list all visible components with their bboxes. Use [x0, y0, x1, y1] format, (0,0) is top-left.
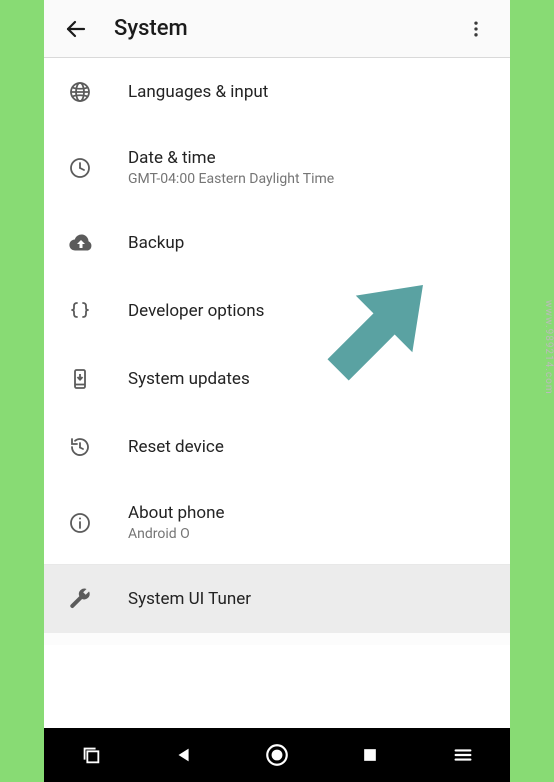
nav-home-button[interactable]: [252, 730, 302, 780]
row-label: Date & time: [128, 148, 494, 168]
row-subtitle: Android O: [128, 526, 494, 542]
app-bar: System: [44, 0, 510, 58]
icon-slot: [60, 435, 128, 459]
clock-icon: [68, 156, 92, 180]
row-system-ui-tuner[interactable]: System UI Tuner: [44, 565, 510, 633]
text-slot: Backup: [128, 233, 494, 253]
hamburger-icon: [452, 744, 474, 766]
back-button[interactable]: [56, 17, 96, 41]
nav-recents-button[interactable]: [345, 730, 395, 780]
icon-slot: [60, 367, 128, 391]
icon-slot: [60, 511, 128, 535]
circle-home-icon: [264, 742, 290, 768]
icon-slot: [60, 587, 128, 611]
icon-slot: [60, 299, 128, 323]
icon-slot: [60, 156, 128, 180]
phone-download-icon: [68, 367, 92, 391]
text-slot: Developer options: [128, 301, 494, 321]
phone-screen: System Languages & input: [44, 0, 510, 782]
row-date-time[interactable]: Date & time GMT-04:00 Eastern Daylight T…: [44, 126, 510, 209]
watermark-text: www.989214.com: [543, 300, 554, 395]
bottom-gap: [44, 633, 510, 645]
nav-back-button[interactable]: [159, 730, 209, 780]
row-label: System UI Tuner: [128, 589, 494, 609]
text-slot: About phone Android O: [128, 503, 494, 542]
text-slot: Date & time GMT-04:00 Eastern Daylight T…: [128, 148, 494, 187]
row-developer-options[interactable]: Developer options: [44, 277, 510, 345]
row-label: Reset device: [128, 437, 494, 457]
icon-slot: [60, 231, 128, 255]
nav-tabs-button[interactable]: [66, 730, 116, 780]
row-label: Developer options: [128, 301, 494, 321]
row-backup[interactable]: Backup: [44, 209, 510, 277]
triangle-back-icon: [173, 744, 195, 766]
braces-icon: [68, 299, 92, 323]
text-slot: System UI Tuner: [128, 589, 494, 609]
tabs-icon: [80, 744, 102, 766]
row-label: About phone: [128, 503, 494, 523]
info-icon: [68, 511, 92, 535]
nav-menu-button[interactable]: [438, 730, 488, 780]
more-button[interactable]: [458, 19, 494, 39]
square-recents-icon: [360, 745, 380, 765]
more-vert-icon: [466, 19, 486, 39]
settings-list: Languages & input Date & time GMT-04:00 …: [44, 58, 510, 728]
navigation-bar: [44, 728, 510, 782]
row-reset-device[interactable]: Reset device: [44, 413, 510, 481]
icon-slot: [60, 80, 128, 104]
restore-icon: [68, 435, 92, 459]
arrow-back-icon: [64, 17, 88, 41]
row-subtitle: GMT-04:00 Eastern Daylight Time: [128, 171, 494, 187]
text-slot: System updates: [128, 369, 494, 389]
row-languages-input[interactable]: Languages & input: [44, 58, 510, 126]
row-label: Backup: [128, 233, 494, 253]
row-label: Languages & input: [128, 82, 494, 102]
text-slot: Reset device: [128, 437, 494, 457]
row-system-updates[interactable]: System updates: [44, 345, 510, 413]
row-about-phone[interactable]: About phone Android O: [44, 481, 510, 564]
text-slot: Languages & input: [128, 82, 494, 102]
cloud-upload-icon: [68, 231, 94, 255]
globe-icon: [68, 80, 92, 104]
wrench-icon: [68, 587, 92, 611]
page-title: System: [96, 16, 458, 41]
row-label: System updates: [128, 369, 494, 389]
